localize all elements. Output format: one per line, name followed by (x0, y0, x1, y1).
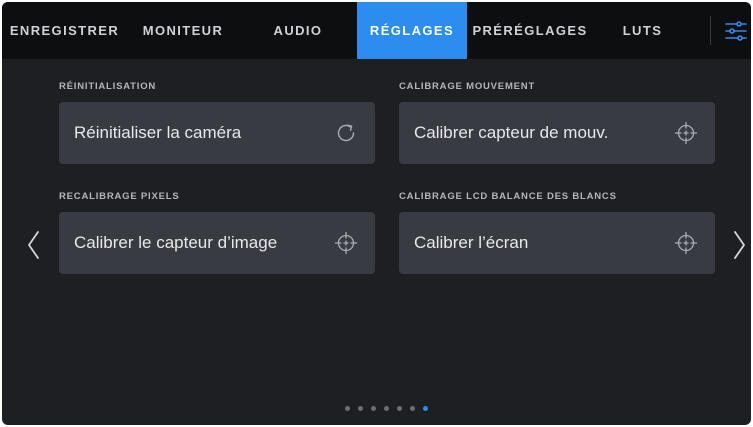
page-dot[interactable] (384, 406, 389, 411)
section-label-reinitialisation: RÉINITIALISATION (59, 81, 157, 92)
tab-reglages[interactable]: RÉGLAGES (357, 2, 467, 59)
section-label-calibrage-lcd: CALIBRAGE LCD BALANCE DES BLANCS (399, 191, 617, 202)
crosshair-icon (674, 231, 698, 255)
page-dot[interactable] (345, 406, 350, 411)
page-dot[interactable] (397, 406, 402, 411)
tab-luts[interactable]: LUTS (593, 2, 692, 59)
calibrate-screen-label: Calibrer l’écran (414, 233, 529, 252)
sliders-icon[interactable] (723, 16, 749, 46)
page-dot[interactable] (371, 406, 376, 411)
section-label-calibrage-mouvement: CALIBRAGE MOUVEMENT (399, 81, 536, 92)
tab-moniteur[interactable]: MONITEUR (127, 2, 239, 59)
tab-enregistrer[interactable]: ENREGISTRER (2, 2, 127, 59)
calibrate-motion-sensor-button[interactable]: Calibrer capteur de mouv. (399, 102, 715, 164)
tab-audio[interactable]: AUDIO (239, 2, 357, 59)
reset-camera-button[interactable]: Réinitialiser la caméra (59, 102, 375, 164)
crosshair-icon (334, 231, 358, 255)
calibrate-motion-sensor-label: Calibrer capteur de mouv. (414, 123, 609, 142)
chevron-left-icon[interactable] (24, 228, 44, 262)
section-label-recalibrage-pixels: RECALIBRAGE PIXELS (59, 191, 180, 202)
page-dot[interactable] (358, 406, 363, 411)
tab-bar: ENREGISTRER MONITEUR AUDIO RÉGLAGES PRÉR… (2, 2, 751, 59)
page-dot-active[interactable] (423, 406, 428, 411)
calibrate-screen-button[interactable]: Calibrer l’écran (399, 212, 715, 274)
calibrate-image-sensor-label: Calibrer le capteur d’image (74, 233, 278, 252)
tab-divider (710, 16, 711, 45)
refresh-icon (337, 124, 355, 142)
page-dot[interactable] (410, 406, 415, 411)
settings-screen: ENREGISTRER MONITEUR AUDIO RÉGLAGES PRÉR… (2, 2, 751, 425)
page-indicator (2, 406, 751, 414)
calibrate-image-sensor-button[interactable]: Calibrer le capteur d’image (59, 212, 375, 274)
crosshair-icon (674, 121, 698, 145)
chevron-right-icon[interactable] (729, 228, 749, 262)
tab-prereglages[interactable]: PRÉRÉGLAGES (467, 2, 593, 59)
reset-camera-label: Réinitialiser la caméra (74, 123, 242, 142)
